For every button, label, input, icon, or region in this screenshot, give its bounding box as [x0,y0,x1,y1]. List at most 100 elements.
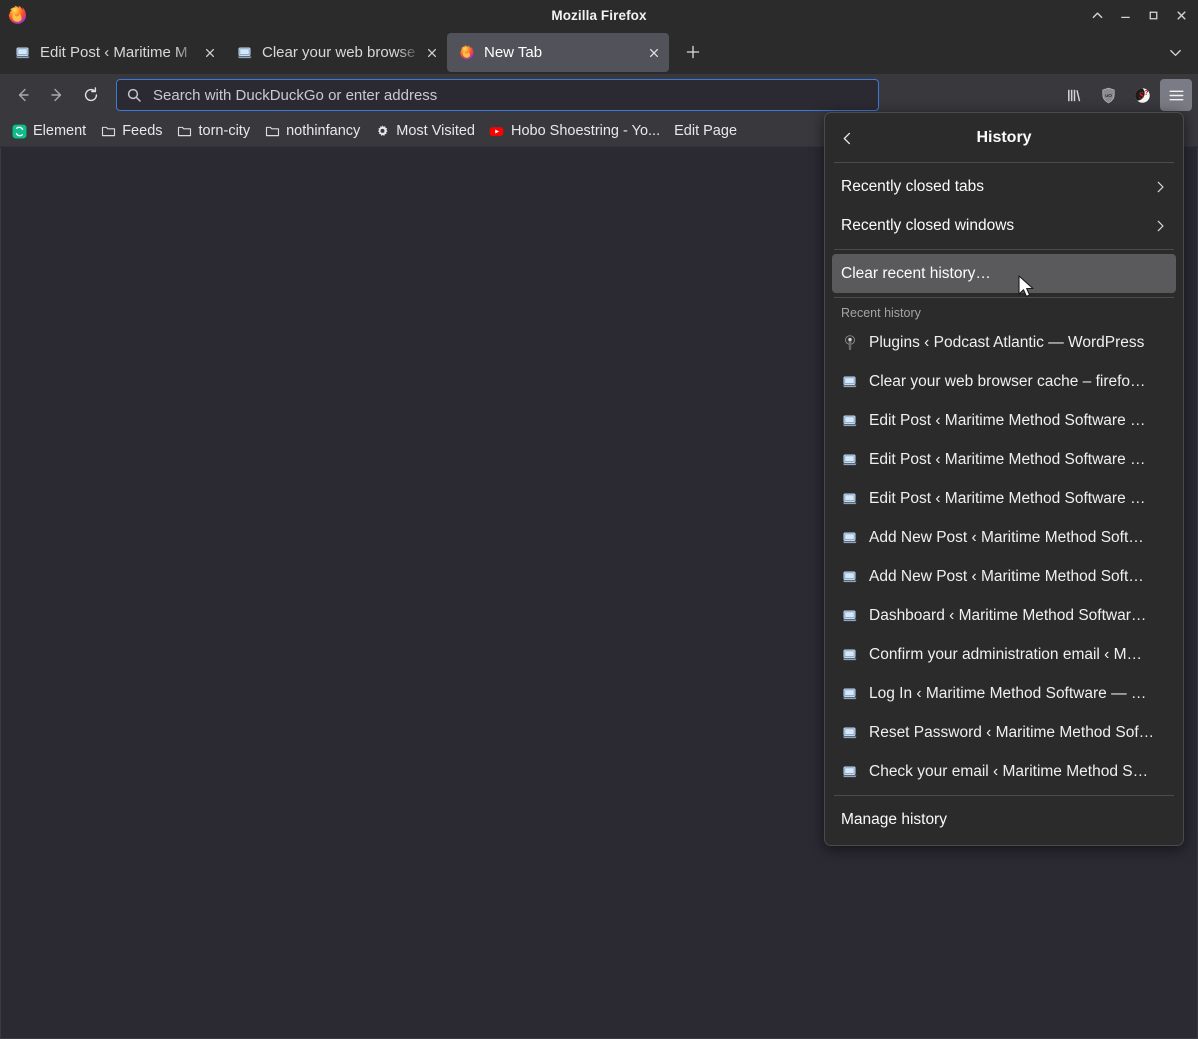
window-controls [1084,0,1194,31]
list-all-tabs-button[interactable] [1160,37,1190,67]
generic-page-icon [841,451,858,468]
history-entry-label: Log In ‹ Maritime Method Software — … [869,684,1147,702]
divider [834,795,1174,796]
generic-page-icon [841,529,858,546]
browser-tab-active[interactable]: New Tab [447,33,669,72]
element-icon [11,123,27,139]
divider [834,249,1174,250]
bookmark-hobo-shoestring[interactable]: Hobo Shoestring - Yo... [482,119,667,144]
manage-history-item[interactable]: Manage history [832,800,1176,839]
history-panel-header: History [825,118,1183,158]
tab-label: Clear your web browse [262,44,416,61]
generic-page-icon [841,412,858,429]
history-entry[interactable]: Edit Post ‹ Maritime Method Software … [832,440,1176,479]
navigation-toolbar: Search with DuckDuckGo or enter address … [0,74,1198,116]
sponsorblock-extension-button[interactable]: S ? [1126,79,1158,111]
bookmark-folder-feeds[interactable]: Feeds [93,119,169,144]
history-entry[interactable]: Log In ‹ Maritime Method Software — … [832,674,1176,713]
bookmark-folder-nothinfancy[interactable]: nothinfancy [257,119,367,144]
history-entry-label: Clear your web browser cache – firefo… [869,372,1146,390]
generic-page-icon [841,646,858,663]
history-entry-label: Edit Post ‹ Maritime Method Software … [869,450,1146,468]
history-entry[interactable]: Edit Post ‹ Maritime Method Software … [832,479,1176,518]
browser-tab[interactable]: Clear your web browse [225,33,447,72]
new-tab-button[interactable] [677,36,709,68]
clear-recent-history-item[interactable]: Clear recent history… [832,254,1176,293]
window-titlebar: Mozilla Firefox [0,0,1198,31]
ublock-origin-button[interactable]: uO [1092,79,1124,111]
address-bar[interactable]: Search with DuckDuckGo or enter address [116,79,879,111]
history-entry[interactable]: Edit Post ‹ Maritime Method Software … [832,401,1176,440]
chevron-left-icon[interactable] [832,123,862,153]
window-title: Mozilla Firefox [551,8,647,23]
folder-icon [177,123,193,139]
chevron-right-icon [1153,219,1167,233]
history-entry[interactable]: Check your email ‹ Maritime Method S… [832,752,1176,791]
svg-text:uO: uO [1105,93,1112,99]
reload-button[interactable] [74,79,108,111]
bookmark-element[interactable]: Element [4,119,93,144]
history-entry-label: Confirm your administration email ‹ M… [869,645,1143,663]
library-button[interactable] [1058,79,1090,111]
tab-strip: Edit Post ‹ Maritime M Clear your web br… [0,31,1198,74]
podcast-mic-icon [841,334,858,351]
tab-label: New Tab [484,44,543,61]
bookmark-label: Hobo Shoestring - Yo... [510,123,661,139]
menu-item-label: Recently closed tabs [841,177,985,195]
menu-item-label: Clear recent history… [841,264,991,282]
minimize-button[interactable] [1112,4,1138,28]
divider [834,162,1174,163]
forward-button[interactable] [40,79,74,111]
close-icon[interactable] [421,42,443,64]
recent-history-section-label: Recent history [841,306,921,320]
recently-closed-windows-item[interactable]: Recently closed windows [832,206,1176,245]
generic-page-icon [841,607,858,624]
bookmark-label: Feeds [122,123,163,139]
history-entry-label: Reset Password ‹ Maritime Method Sof… [869,723,1155,741]
bookmark-most-visited[interactable]: Most Visited [367,119,482,144]
maximize-button[interactable] [1140,4,1166,28]
bookmark-label: Edit Page [674,123,738,139]
generic-page-icon [841,490,858,507]
history-entry[interactable]: Add New Post ‹ Maritime Method Soft… [832,518,1176,557]
generic-page-icon [236,44,253,61]
history-entry-label: Add New Post ‹ Maritime Method Soft… [869,528,1144,546]
close-button[interactable] [1168,4,1194,28]
history-entry[interactable]: Reset Password ‹ Maritime Method Sof… [832,713,1176,752]
gear-icon [374,123,390,139]
app-menu-button[interactable] [1160,79,1192,111]
back-button[interactable] [6,79,40,111]
shade-button[interactable] [1084,4,1110,28]
generic-page-icon [841,568,858,585]
history-entry-list: Plugins ‹ Podcast Atlantic — WordPress C… [825,323,1183,791]
bookmark-label: Most Visited [396,123,475,139]
history-entry[interactable]: Confirm your administration email ‹ M… [832,635,1176,674]
recently-closed-tabs-item[interactable]: Recently closed tabs [832,167,1176,206]
history-entry[interactable]: Clear your web browser cache – firefo… [832,362,1176,401]
history-entry[interactable]: Add New Post ‹ Maritime Method Soft… [832,557,1176,596]
history-entry-label: Edit Post ‹ Maritime Method Software … [869,411,1146,429]
history-entry[interactable]: Dashboard ‹ Maritime Method Softwar… [832,596,1176,635]
history-entry-label: Dashboard ‹ Maritime Method Softwar… [869,606,1147,624]
address-bar-placeholder: Search with DuckDuckGo or enter address [153,86,438,104]
menu-item-label: Manage history [841,810,947,828]
history-entry[interactable]: Plugins ‹ Podcast Atlantic — WordPress [832,323,1176,362]
history-entry-label: Check your email ‹ Maritime Method S… [869,762,1149,780]
folder-icon [264,123,280,139]
generic-page-icon [14,44,31,61]
youtube-icon [489,123,505,139]
bookmark-label: nothinfancy [286,123,361,139]
svg-text:?: ? [1144,88,1148,96]
generic-page-icon [841,724,858,741]
firefox-icon [458,44,475,61]
generic-page-icon [841,373,858,390]
close-icon[interactable] [199,42,221,64]
browser-tab[interactable]: Edit Post ‹ Maritime M [3,33,225,72]
generic-page-icon [841,685,858,702]
generic-page-icon [841,763,858,780]
bookmark-edit-page[interactable]: Edit Page [667,119,744,144]
history-entry-label: Add New Post ‹ Maritime Method Soft… [869,567,1144,585]
chevron-right-icon [1153,180,1167,194]
bookmark-folder-torn-city[interactable]: torn-city [170,119,258,144]
close-icon[interactable] [643,42,665,64]
